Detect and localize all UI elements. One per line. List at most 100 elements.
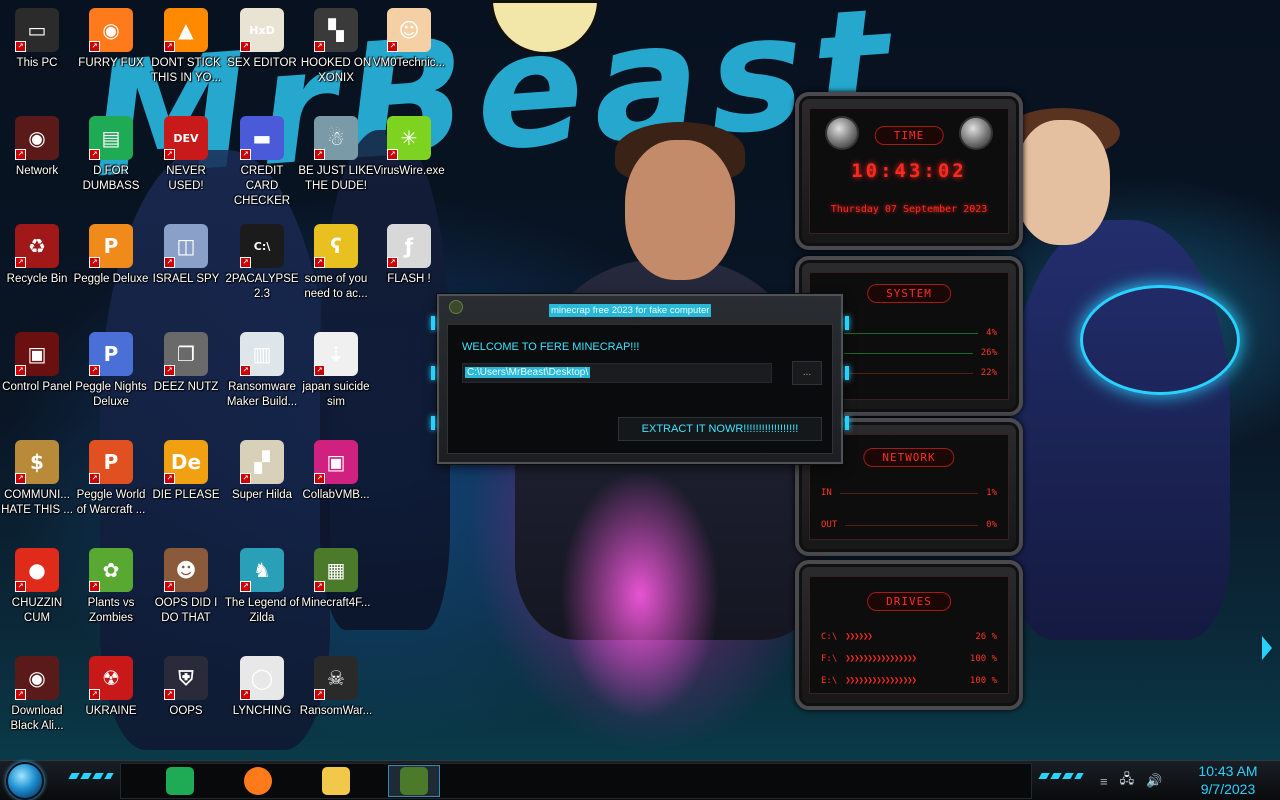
wallpaper-figure-right-head	[1015, 120, 1110, 245]
system-row-graph	[829, 372, 973, 374]
desktop-icon[interactable]: ▥ ↗ Ransomware Maker Build...	[224, 332, 300, 410]
desktop-icon[interactable]: $ ↗ COMMUNI... HATE THIS ...	[0, 440, 75, 518]
cursor-icon	[1262, 636, 1272, 660]
plant-icon: ✿ ↗	[89, 548, 133, 592]
volume-tray-icon[interactable]: 🔊	[1146, 773, 1162, 789]
desktop-icon[interactable]: De ↗ DIE PLEASE	[148, 440, 224, 503]
start-button[interactable]	[6, 762, 44, 800]
browse-button[interactable]: ...	[792, 361, 822, 385]
network-tray-icon[interactable]: 🖧	[1120, 770, 1135, 792]
network-gadget-title: NETWORK	[863, 448, 955, 467]
taskbar-app-sheets[interactable]	[154, 765, 206, 797]
desktop-icon[interactable]: ☃ ↗ BE JUST LIKE THE DUDE!	[298, 116, 374, 194]
drive-row-label: F:\	[821, 654, 838, 664]
desktop-icon[interactable]: ❐ ↗ DEEZ NUTZ	[148, 332, 224, 395]
desktop-icon[interactable]: ▲ ↗ DONT STICK THIS IN YO...	[148, 8, 224, 86]
dialog-app-icon	[449, 300, 463, 314]
desktop-icon-glyph: ☢	[102, 666, 120, 690]
desktop-icon-label: CREDIT CARD CHECKER	[233, 165, 291, 207]
desktop[interactable]: MrBeast ▭ ↗ This PC ◉ ↗ FURRY FUX ▲ ↗ DONT STICK…	[0, 0, 1280, 760]
desktop-icon-label: FURRY FUX	[78, 57, 144, 69]
desktop-icon-glyph: ☻	[175, 558, 197, 582]
time-gadget[interactable]: TIME 10:43:02 Thursday 07 September 2023	[795, 92, 1023, 250]
shortcut-arrow-icon: ↗	[240, 365, 251, 376]
desktop-icon-glyph: ▦	[326, 558, 346, 582]
desktop-icon-glyph: ▭	[27, 18, 47, 42]
desktop-icon[interactable]: ▣ ↗ Control Panel	[0, 332, 75, 395]
desktop-icon[interactable]: ● ↗ CHUZZIN CUM	[0, 548, 75, 626]
desktop-icon[interactable]: ♞ ↗ The Legend of Zilda	[224, 548, 300, 626]
desktop-icon[interactable]: P ↗ Peggle Deluxe	[73, 224, 149, 287]
shortcut-arrow-icon: ↗	[240, 473, 251, 484]
network-row-label: IN	[821, 488, 832, 498]
drive-usage-arrows: ❯❯❯❯❯❯	[845, 632, 873, 642]
desktop-icon[interactable]: ▣ ↗ CollabVMB...	[298, 440, 374, 503]
network-row-out: OUT 0%	[821, 518, 997, 532]
desktop-icon-label: This PC	[16, 57, 58, 69]
drive-row-label: E:\	[821, 676, 838, 686]
desktop-icon-glyph: ⇣	[327, 342, 345, 366]
taskbar-app-firefox[interactable]	[232, 765, 284, 797]
shortcut-arrow-icon: ↗	[15, 581, 26, 592]
desktop-icon[interactable]: ◫ ↗ ISRAEL SPY	[148, 224, 224, 287]
desktop-icon[interactable]: P ↗ Peggle World of Warcraft ...	[73, 440, 149, 518]
desktop-icon[interactable]: P ↗ Peggle Nights Deluxe	[73, 332, 149, 410]
desktop-icon-label: VM0Technic...	[372, 57, 446, 69]
desktop-icon[interactable]: ☢ ↗ UKRAINE	[73, 656, 149, 719]
shortcut-arrow-icon: ↗	[387, 257, 398, 268]
taskbar-app-file-explorer[interactable]	[310, 765, 362, 797]
extract-button[interactable]: EXTRACT IT NOWR!!!!!!!!!!!!!!!!!!	[618, 417, 822, 441]
system-tray: ≡ 🖧 🔊	[1100, 767, 1162, 795]
taskbar-app-minecraft[interactable]	[388, 765, 440, 797]
desktop-icon[interactable]: HxD ↗ SEX EDITOR	[224, 8, 300, 71]
extractor-dialog[interactable]: minecrap free 2023 for fake computer WEL…	[431, 294, 849, 464]
show-hidden-icons-icon[interactable]: ≡	[1100, 774, 1108, 789]
flash-icon: ƒ ↗	[387, 224, 431, 268]
network-row-graph	[845, 524, 979, 526]
taskbar-clock[interactable]: 10:43 AM 9/7/2023	[1188, 762, 1268, 798]
desktop-icon-label: Network	[15, 165, 59, 177]
desktop-icon-glyph: ⛨	[178, 666, 194, 690]
desktop-icon[interactable]: ◉ ↗ FURRY FUX	[73, 8, 149, 71]
desktop-icon[interactable]: ♻ ↗ Recycle Bin	[0, 224, 75, 287]
desktop-icon[interactable]: ◯ ↗ LYNCHING	[224, 656, 300, 719]
desktop-icon[interactable]: ▤ ↗ D FOR DUMBASS	[73, 116, 149, 194]
desktop-icon[interactable]: ▬ ↗ CREDIT CARD CHECKER	[224, 116, 300, 209]
desktop-icon-label: OOPS DID I DO THAT	[154, 597, 218, 624]
desktop-icon[interactable]: ⇣ ↗ japan suicide sim	[298, 332, 374, 410]
desktop-icon[interactable]: ▞ ↗ Super Hilda	[224, 440, 300, 503]
desktop-icon[interactable]: ☠ ↗ RansomWar...	[298, 656, 374, 719]
credit-card-icon: ▬ ↗	[240, 116, 284, 160]
desktop-icon-glyph: ◯	[250, 666, 274, 690]
desktop-icon[interactable]: ◉ ↗ Network	[0, 116, 75, 179]
desktop-icon-glyph: ✳	[400, 126, 418, 150]
drives-gadget[interactable]: DRIVES C:\ ❯❯❯❯❯❯ 26 % F:\ ❯❯❯❯❯❯❯❯❯❯❯❯❯❯❯❯…	[795, 560, 1023, 710]
desktop-icon[interactable]: DEV ↗ NEVER USED!	[148, 116, 224, 194]
desktop-icon-label: CHUZZIN CUM	[11, 597, 63, 624]
desktop-icon[interactable]: ◉ ↗ Download Black Ali...	[0, 656, 75, 734]
desktop-icon[interactable]: ☺ ↗ VM0Technic...	[371, 8, 447, 71]
desktop-icon[interactable]: ƒ ↗ FLASH !	[371, 224, 447, 287]
desktop-icon[interactable]: ✿ ↗ Plants vs Zombies	[73, 548, 149, 626]
desktop-icon[interactable]: C:\ ↗ 2PACALYPSE 2.3	[224, 224, 300, 302]
desktop-icon[interactable]: ⛨ ↗ OOPS	[148, 656, 224, 719]
system-row-graph	[829, 332, 979, 334]
dialog-neon-accent	[845, 316, 849, 330]
desktop-icon-label: ISRAEL SPY	[152, 273, 220, 285]
desktop-icon[interactable]: ✳ ↗ VirusWire.exe	[371, 116, 447, 179]
desktop-icon[interactable]: ☻ ↗ OOPS DID I DO THAT	[148, 548, 224, 626]
desktop-icon[interactable]: ʕ ↗ some of you need to ac...	[298, 224, 374, 302]
desktop-icon[interactable]: ▦ ↗ Minecraft4F...	[298, 548, 374, 611]
dialog-title: minecrap free 2023 for fake computer	[549, 304, 712, 317]
desktop-icon[interactable]: ▚ ↗ HOOKED ON XONIX	[298, 8, 374, 86]
wallpaper-neon-glow	[1080, 285, 1240, 395]
desktop-icon-label: Minecraft4F...	[301, 597, 371, 609]
desktop-icon[interactable]: ▭ ↗ This PC	[0, 8, 75, 71]
xonix-game-icon: ▚ ↗	[314, 8, 358, 52]
system-row-value: 26%	[980, 348, 997, 358]
time-gadget-clock: 10:43:02	[851, 160, 967, 182]
system-row-graph	[829, 352, 973, 354]
shortcut-arrow-icon: ↗	[89, 41, 100, 52]
extract-path-field[interactable]: C:\Users\MrBeast\Desktop\	[462, 363, 772, 383]
desktop-icon-label: LYNCHING	[232, 705, 292, 717]
